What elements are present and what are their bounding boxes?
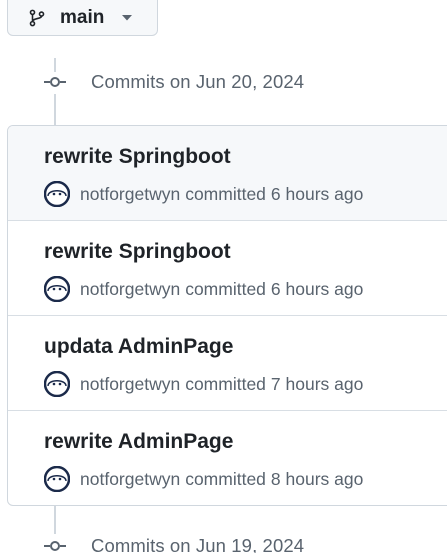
commit-history-page: main Commits on Jun 20, 2024 rewrite Spr… xyxy=(0,0,447,553)
avatar[interactable] xyxy=(44,276,70,302)
commit-meta: notforgetwyn committed 7 hours ago xyxy=(44,371,363,397)
commit-group-header: Commits on Jun 19, 2024 xyxy=(44,535,304,553)
commit-row[interactable]: updata AdminPage notforgetwyn committed … xyxy=(8,315,447,410)
commit-author-link[interactable]: notforgetwyn xyxy=(80,374,180,395)
commit-meta: notforgetwyn committed 6 hours ago xyxy=(44,181,363,207)
commit-author-link[interactable]: notforgetwyn xyxy=(80,184,180,205)
avatar[interactable] xyxy=(44,181,70,207)
commit-meta: notforgetwyn committed 8 hours ago xyxy=(44,466,363,492)
commit-title-link[interactable]: rewrite Springboot xyxy=(44,145,231,169)
commit-time: 7 hours ago xyxy=(270,373,364,394)
avatar[interactable] xyxy=(44,371,70,397)
commit-author-link[interactable]: notforgetwyn xyxy=(80,469,180,490)
branch-name: main xyxy=(60,7,105,28)
commit-title-link[interactable]: updata AdminPage xyxy=(44,335,233,359)
timeline-line xyxy=(54,504,56,534)
commit-time: 6 hours ago xyxy=(270,278,364,299)
commit-title-link[interactable]: rewrite Springboot xyxy=(44,240,231,264)
commit-row[interactable]: rewrite AdminPage notforgetwyn committed… xyxy=(8,410,447,505)
commit-meta: notforgetwyn committed 6 hours ago xyxy=(44,276,363,302)
avatar[interactable] xyxy=(44,466,70,492)
branch-selector-button[interactable]: main xyxy=(7,0,158,36)
commit-action-text: committed xyxy=(185,183,266,204)
timeline-line xyxy=(54,58,56,72)
git-branch-icon xyxy=(28,9,46,27)
commit-group-header: Commits on Jun 20, 2024 xyxy=(44,71,304,93)
commit-time: 8 hours ago xyxy=(270,468,364,489)
commit-action-text: committed xyxy=(185,278,266,299)
triangle-down-icon xyxy=(121,14,133,22)
commit-row[interactable]: rewrite Springboot notforgetwyn committe… xyxy=(8,220,447,315)
commit-action-text: committed xyxy=(185,373,266,394)
commit-action-text: committed xyxy=(185,468,266,489)
commit-author-link[interactable]: notforgetwyn xyxy=(80,279,180,300)
commit-title-link[interactable]: rewrite AdminPage xyxy=(44,430,233,454)
commit-row[interactable]: rewrite Springboot notforgetwyn committe… xyxy=(8,126,447,220)
commit-time: 6 hours ago xyxy=(270,183,364,204)
commit-list: rewrite Springboot notforgetwyn committe… xyxy=(7,125,447,506)
timeline-line xyxy=(54,94,56,125)
commit-group-title: Commits on Jun 20, 2024 xyxy=(91,71,305,92)
git-commit-icon xyxy=(44,539,66,553)
commit-group-title: Commits on Jun 19, 2024 xyxy=(91,535,305,553)
git-commit-icon xyxy=(44,75,66,89)
